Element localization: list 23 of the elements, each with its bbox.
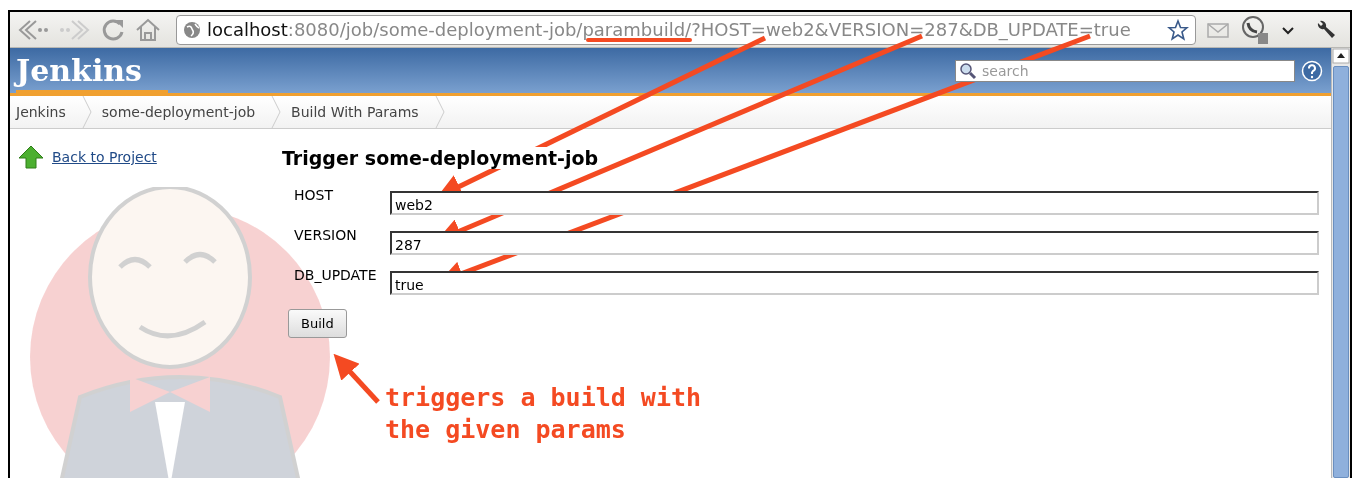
back-to-project-link[interactable]: Back to Project <box>52 149 157 165</box>
param-input[interactable]: web2 <box>390 191 1319 215</box>
scroll-up-icon[interactable] <box>1332 48 1350 64</box>
param-label: VERSION <box>294 227 358 243</box>
param-input[interactable]: true <box>390 271 1319 295</box>
page-title: Trigger some-deployment-job <box>282 147 599 169</box>
globe-icon <box>183 20 201 39</box>
param-label: DB_UPDATE <box>294 267 378 283</box>
arrow <box>333 353 380 404</box>
param-label: HOST <box>294 187 334 203</box>
search-field[interactable]: search <box>955 59 1295 82</box>
star-icon[interactable] <box>1167 18 1189 41</box>
address-bar[interactable]: localhost:8080/job/some-deployment-job/parambuild/?HOST=web2&VERSION=287&DB_UPDATE=true <box>176 14 1196 45</box>
reload-icon[interactable] <box>100 16 126 43</box>
annotation-text: triggers a build with the given params <box>385 382 702 446</box>
url-text: localhost:8080/job/some-deployment-job/parambuild/?HOST=web2&VERSION=287&DB_UPDATE=true <box>207 19 1131 40</box>
param-input[interactable]: 287 <box>390 231 1319 255</box>
scrollbar-thumb[interactable] <box>1333 66 1349 478</box>
build-button[interactable]: Build <box>288 309 347 338</box>
search-icon <box>959 61 977 80</box>
up-arrow-icon <box>18 145 44 169</box>
home-icon[interactable] <box>134 16 162 43</box>
help-icon[interactable] <box>1301 59 1323 82</box>
